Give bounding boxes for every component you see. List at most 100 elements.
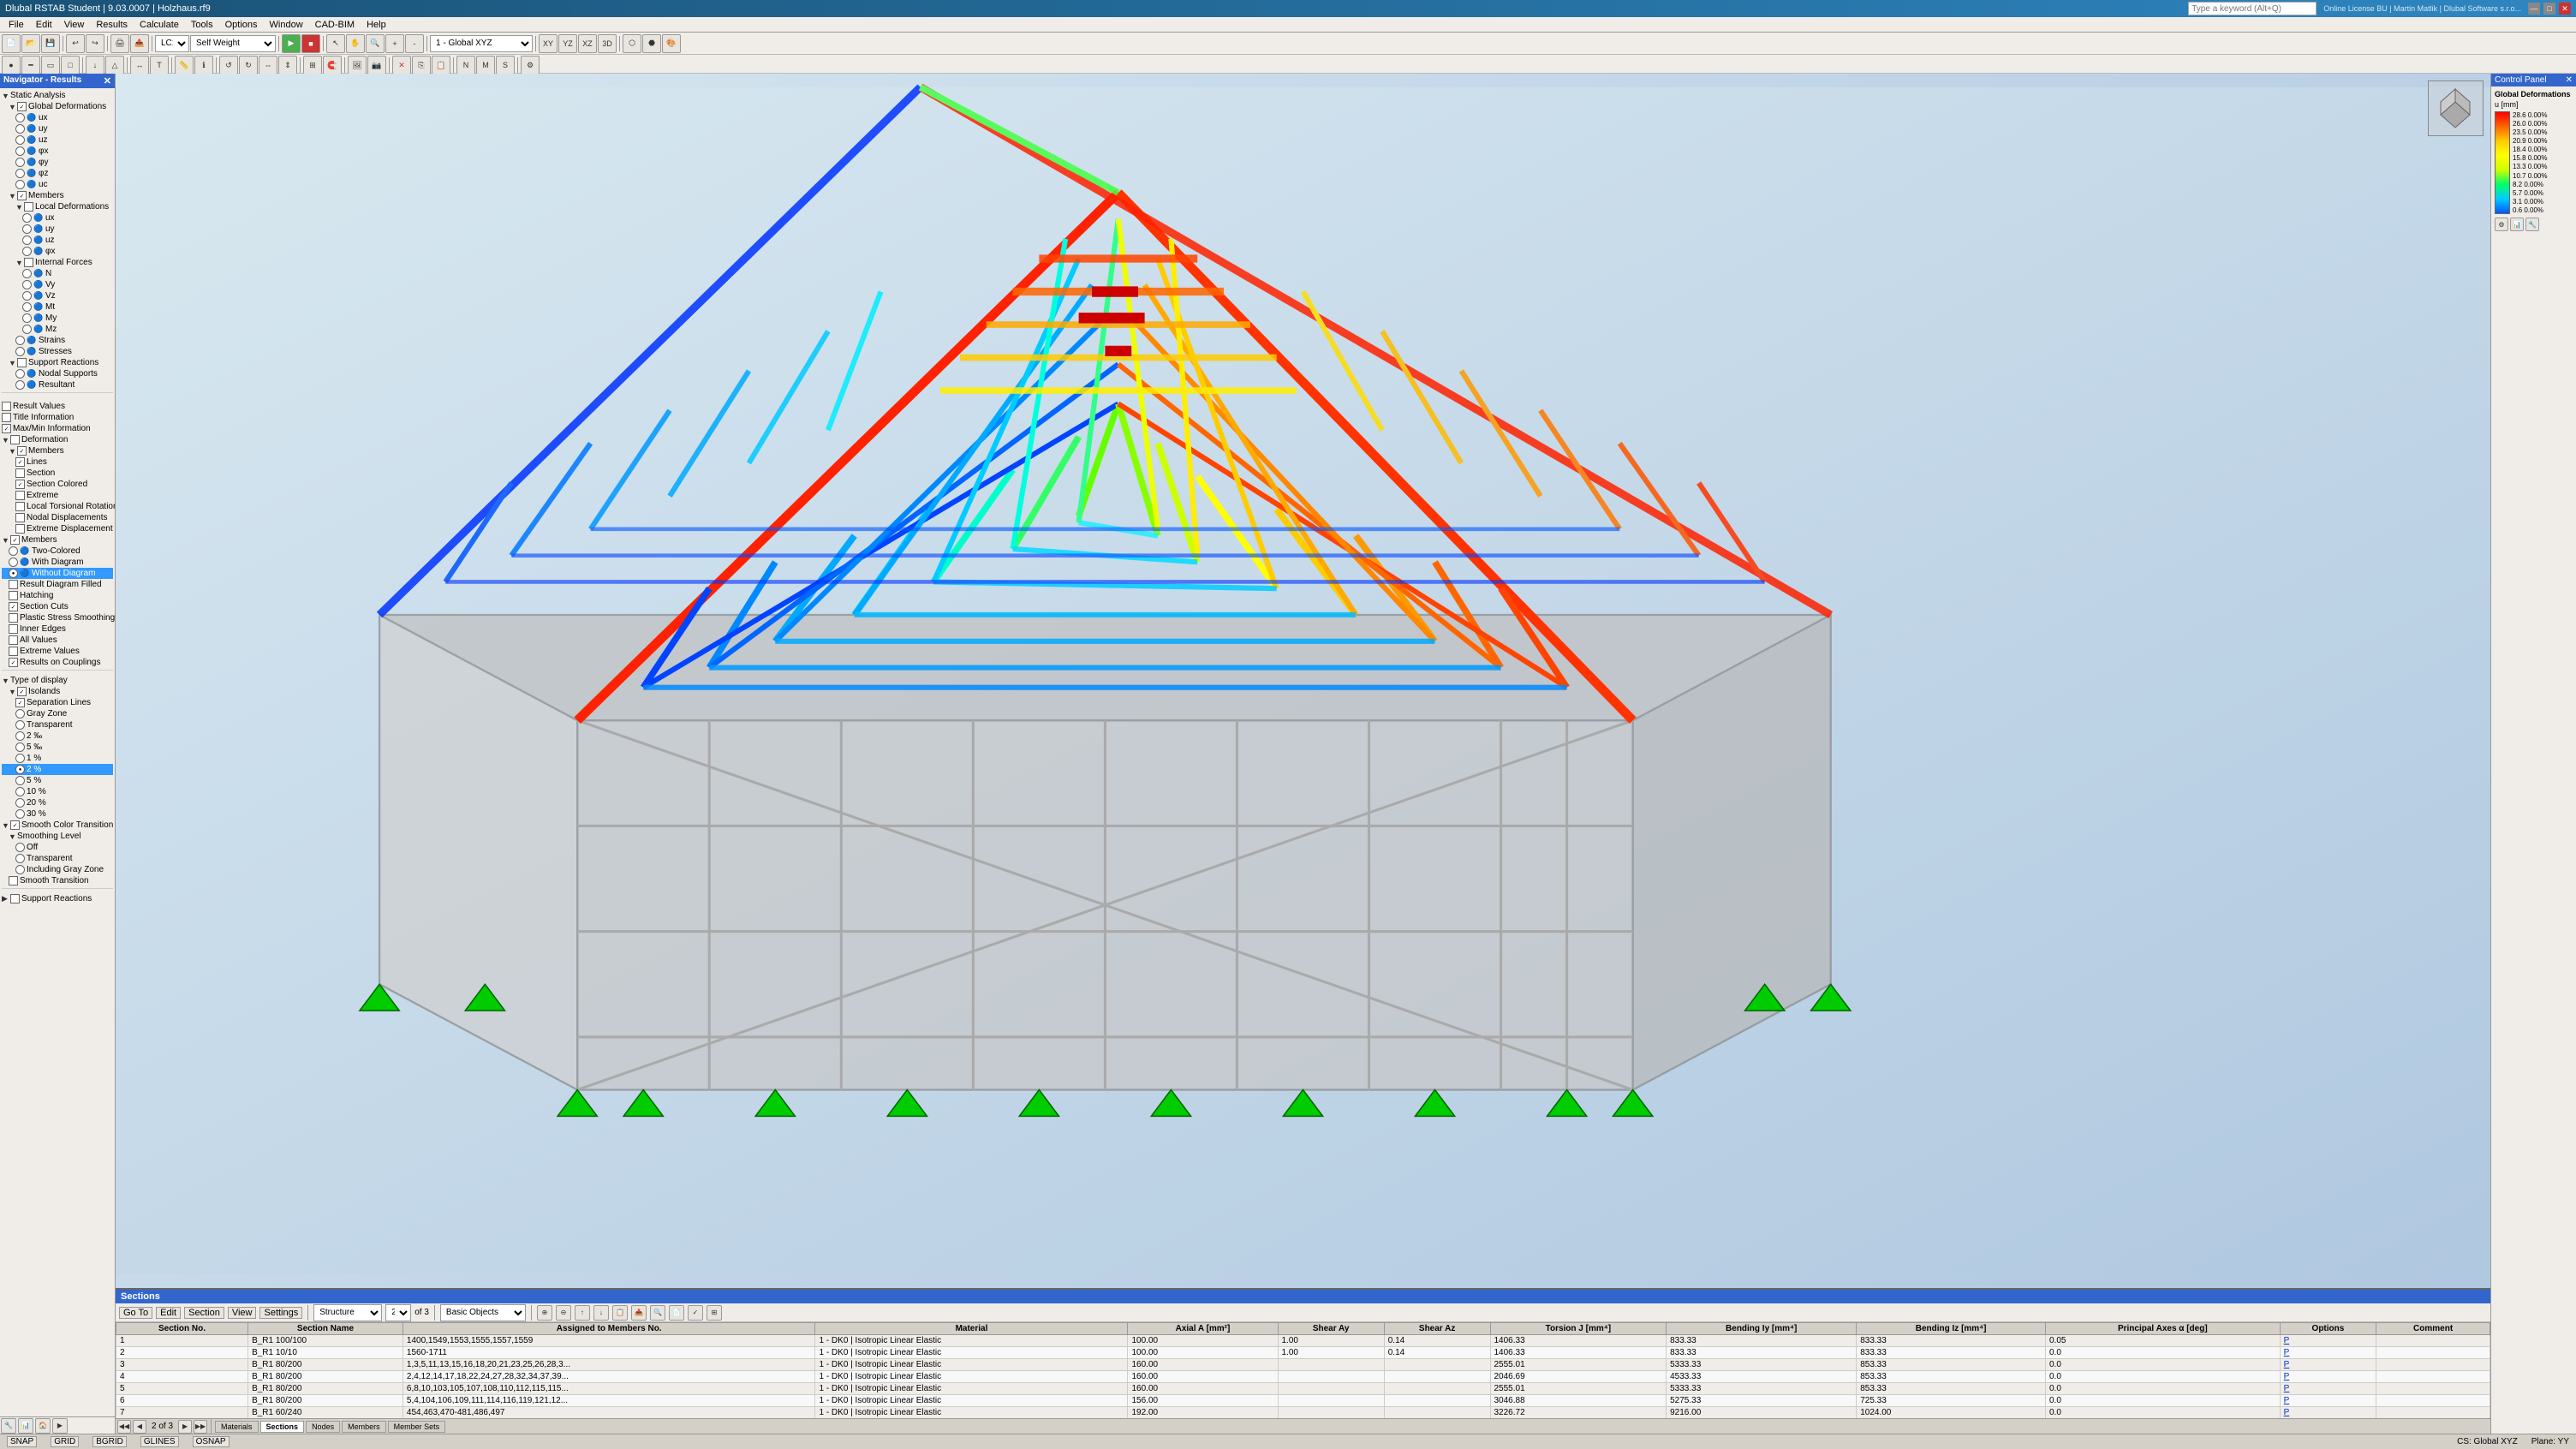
nav-stresses[interactable]: 🔵 Stresses	[2, 346, 113, 357]
nav-def-section-colored[interactable]: Section Colored	[2, 479, 113, 490]
nav-result-values[interactable]: Result Values	[2, 401, 113, 412]
status-glines[interactable]: GLINES	[140, 1436, 179, 1447]
cp-btn-3[interactable]: 🔧	[2525, 218, 2539, 231]
tab-member-sets[interactable]: Member Sets	[388, 1421, 446, 1433]
search-input[interactable]	[2188, 2, 2317, 15]
tb-delete[interactable]: ✕	[392, 56, 411, 75]
tb-render[interactable]: 🖼	[348, 56, 367, 75]
table-row[interactable]: 6 B_R1 80/200 5,4,104,106,109,111,114,11…	[116, 1395, 2490, 1407]
table-row[interactable]: 1 B_R1 100/100 1400,1549,1553,1555,1557,…	[116, 1335, 2490, 1347]
pg-next[interactable]: ▶▶	[194, 1420, 207, 1434]
nav-1percent[interactable]: 1 %	[2, 753, 113, 764]
nav-if-Vy[interactable]: 🔵 Vy	[2, 279, 113, 290]
nav-internal-forces[interactable]: ▼ Internal Forces	[2, 257, 113, 268]
tb-settings[interactable]: ⚙	[521, 56, 540, 75]
tb-grid-toggle[interactable]: ⊞	[303, 56, 322, 75]
tb-node[interactable]: ●	[2, 56, 21, 75]
tb-open[interactable]: 📂	[21, 34, 40, 53]
close-btn[interactable]: ✕	[2559, 3, 2571, 15]
btoolbar-btn3[interactable]: ↑	[575, 1305, 590, 1321]
maximize-btn[interactable]: □	[2543, 3, 2555, 15]
tab-nodes[interactable]: Nodes	[306, 1421, 340, 1433]
btoolbar-btn2[interactable]: ⊖	[556, 1305, 571, 1321]
tb-zoom[interactable]: 🔍	[366, 34, 385, 53]
nav-without-diagram[interactable]: 🔵 Without Diagram	[2, 568, 113, 579]
nav-members[interactable]: ▼ Members	[2, 190, 113, 201]
structure-combo[interactable]: Structure	[313, 1304, 382, 1321]
nav-resultant[interactable]: 🔵 Resultant	[2, 379, 113, 391]
nav-members-display[interactable]: ▼ Members	[2, 534, 113, 546]
cp-btn-2[interactable]: 📊	[2510, 218, 2524, 231]
nav-2pct[interactable]: 2 ‰	[2, 730, 113, 742]
nav-title-info[interactable]: Title Information	[2, 412, 113, 423]
menu-view[interactable]: View	[59, 19, 90, 31]
nav-2percent[interactable]: 2 %	[2, 764, 113, 775]
tb-snap[interactable]: 🧲	[323, 56, 342, 75]
cp-btn-1[interactable]: ⚙	[2495, 218, 2508, 231]
tb-dim[interactable]: ↔	[130, 56, 149, 75]
minimize-btn[interactable]: —	[2528, 3, 2540, 15]
btoolbar-btn4[interactable]: ↓	[593, 1305, 609, 1321]
nav-30percent[interactable]: 30 %	[2, 808, 113, 820]
tb-view-3d[interactable]: 3D	[598, 34, 617, 53]
nav-deformation[interactable]: ▼ Deformation	[2, 434, 113, 445]
tb-info[interactable]: ℹ	[194, 56, 213, 75]
view-area[interactable]	[116, 74, 2490, 1288]
nav-separation-lines[interactable]: Separation Lines	[2, 697, 113, 708]
settings-btn[interactable]: Settings	[259, 1307, 302, 1319]
tb-flip-v[interactable]: ⇕	[278, 56, 297, 75]
tb-export[interactable]: 📤	[130, 34, 149, 53]
tb-label-surface[interactable]: S	[496, 56, 515, 75]
nav-result-diagram-filled[interactable]: Result Diagram Filled	[2, 579, 113, 590]
nav-section-cuts[interactable]: Section Cuts	[2, 601, 113, 612]
nav-local-def[interactable]: ▼ Local Deformations	[2, 201, 113, 212]
nav-strains[interactable]: 🔵 Strains	[2, 335, 113, 346]
tb-screenshot[interactable]: 📷	[367, 56, 386, 75]
nav-gd-phiy[interactable]: 🔵 φy	[2, 157, 113, 168]
basic-objects-combo[interactable]: Basic Objects	[440, 1304, 526, 1321]
tb-color[interactable]: 🎨	[662, 34, 681, 53]
nav-nodal-supports[interactable]: 🔵 Nodal Supports	[2, 368, 113, 379]
tb-new[interactable]: 📄	[2, 34, 21, 53]
tb-view-xy[interactable]: XY	[539, 34, 558, 53]
nav-isolands[interactable]: ▼ Isolands	[2, 686, 113, 697]
nav-if-Mt[interactable]: 🔵 Mt	[2, 301, 113, 313]
tb-paste[interactable]: 📋	[432, 56, 450, 75]
nav-def-extreme-disp[interactable]: Extreme Displacement	[2, 523, 113, 534]
nav-smooth-transparent[interactable]: Transparent	[2, 853, 113, 864]
tb-flip-h[interactable]: ⇔	[259, 56, 277, 75]
status-grid[interactable]: GRID	[51, 1436, 79, 1447]
nav-ld-phix[interactable]: 🔵 φx	[2, 246, 113, 257]
tb-print[interactable]: 🖨	[110, 34, 129, 53]
nav-btn-4[interactable]: ▶	[52, 1418, 68, 1434]
btoolbar-btn9[interactable]: ✓	[688, 1305, 703, 1321]
control-panel-close[interactable]: ✕	[2566, 75, 2573, 85]
nav-btn-2[interactable]: 📊	[18, 1418, 33, 1434]
nav-gd-phix[interactable]: 🔵 φx	[2, 146, 113, 157]
pg-next-one[interactable]: ▶	[178, 1420, 192, 1434]
status-bgrid[interactable]: BGRID	[92, 1436, 127, 1447]
nav-smooth-off[interactable]: Off	[2, 842, 113, 853]
nav-smooth-gray[interactable]: Including Gray Zone	[2, 864, 113, 875]
menu-tools[interactable]: Tools	[186, 19, 218, 31]
btoolbar-btn8[interactable]: 📄	[669, 1305, 684, 1321]
tb-measure[interactable]: 📏	[175, 56, 194, 75]
nav-gd-ux[interactable]: 🔵 ux	[2, 112, 113, 123]
tb-zoomout[interactable]: -	[405, 34, 424, 53]
nav-20percent[interactable]: 20 %	[2, 797, 113, 808]
nav-type-display[interactable]: ▼ Type of display	[2, 675, 113, 686]
btoolbar-btn6[interactable]: 📤	[631, 1305, 647, 1321]
nav-def-members[interactable]: ▼ Members	[2, 445, 113, 456]
nav-support-reactions-display[interactable]: ▶ Support Reactions	[2, 893, 113, 904]
tb-move[interactable]: ✋	[346, 34, 365, 53]
nav-smoothing-level[interactable]: ▼ Smoothing Level	[2, 831, 113, 842]
nav-ld-ux[interactable]: 🔵 ux	[2, 212, 113, 224]
nav-def-extreme[interactable]: Extreme	[2, 490, 113, 501]
menu-edit[interactable]: Edit	[31, 19, 57, 31]
nav-def-section[interactable]: Section	[2, 468, 113, 479]
menu-results[interactable]: Results	[91, 19, 133, 31]
menu-calculate[interactable]: Calculate	[134, 19, 184, 31]
menu-window[interactable]: Window	[265, 19, 308, 31]
table-row[interactable]: 2 B_R1 10/10 1560-1711 1 - DK0 | Isotrop…	[116, 1347, 2490, 1359]
tb-rotate-right[interactable]: ↻	[239, 56, 258, 75]
